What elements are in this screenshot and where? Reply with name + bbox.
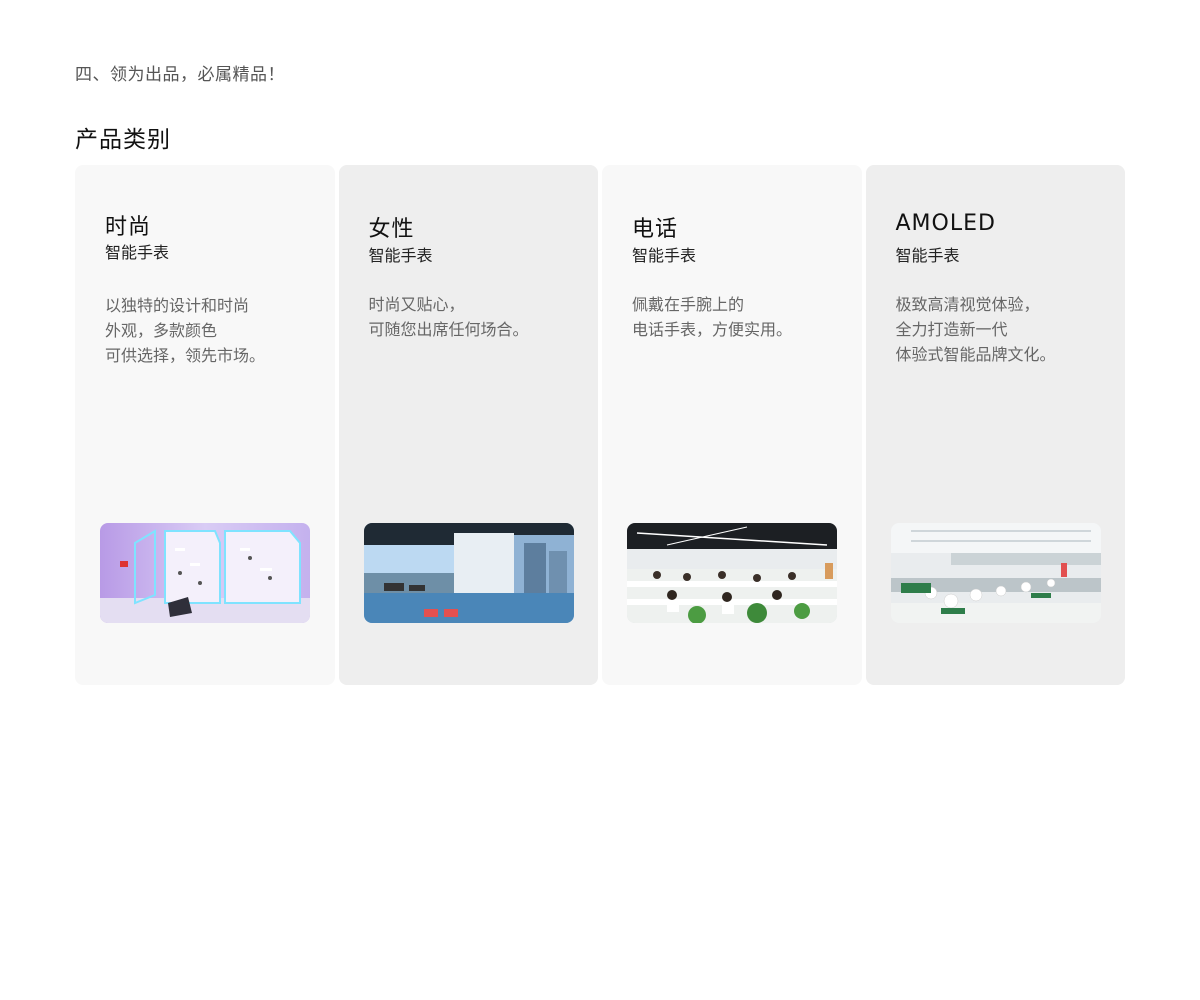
product-card-amoled[interactable]: AMOLED 智能手表 极致高清视觉体验， 全力打造新一代 体验式智能品牌文化。: [865, 165, 1125, 685]
card-title: AMOLED: [895, 211, 996, 236]
card-description-line: 时尚又贴心，: [368, 295, 465, 314]
card-description-line: 外观，多款颜色: [105, 321, 218, 340]
card-title: 时尚: [105, 215, 152, 240]
product-card-fashion[interactable]: 时尚 智能手表 以独特的设计和时尚 外观，多款颜色 可供选择，领先市场。: [75, 165, 335, 685]
card-description-line: 可随您出席任何场合。: [368, 320, 529, 339]
office-photo: [627, 523, 837, 623]
card-description-line: 极致高清视觉体验，: [895, 295, 1040, 314]
card-description-line: 可供选择，领先市场。: [105, 346, 266, 365]
card-description-line: 体验式智能品牌文化。: [895, 345, 1056, 364]
product-card-phone[interactable]: 电话 智能手表 佩戴在手腕上的 电话手表，方便实用。: [602, 165, 862, 685]
card-description-line: 佩戴在手腕上的: [632, 295, 745, 314]
product-category-cards: 时尚 智能手表 以独特的设计和时尚 外观，多款颜色 可供选择，领先市场。 女性 …: [75, 165, 1125, 685]
card-title: 电话: [632, 217, 679, 242]
card-subtitle: 智能手表: [632, 246, 697, 265]
product-card-women[interactable]: 女性 智能手表 时尚又贴心， 可随您出席任何场合。: [338, 165, 598, 685]
card-subtitle: 智能手表: [105, 243, 170, 262]
card-description: 以独特的设计和时尚 外观，多款颜色 可供选择，领先市场。: [105, 293, 315, 368]
section-title: 产品类别: [75, 127, 171, 153]
gym-photo: [363, 523, 574, 623]
card-subtitle: 智能手表: [895, 246, 960, 265]
card-title: 女性: [368, 217, 415, 242]
card-description: 极致高清视觉体验， 全力打造新一代 体验式智能品牌文化。: [896, 292, 1106, 367]
card-description: 佩戴在手腕上的 电话手表，方便实用。: [632, 292, 842, 342]
showroom-photo: [100, 523, 310, 623]
card-description-line: 以独特的设计和时尚: [105, 296, 250, 315]
card-description-line: 电话手表，方便实用。: [632, 320, 793, 339]
card-description: 时尚又贴心， 可随您出席任何场合。: [369, 292, 579, 342]
card-description-line: 全力打造新一代: [895, 320, 1008, 339]
intro-text: 四、领为出品，必属精品！: [75, 65, 285, 85]
card-subtitle: 智能手表: [368, 246, 433, 265]
factory-photo: [890, 523, 1101, 623]
